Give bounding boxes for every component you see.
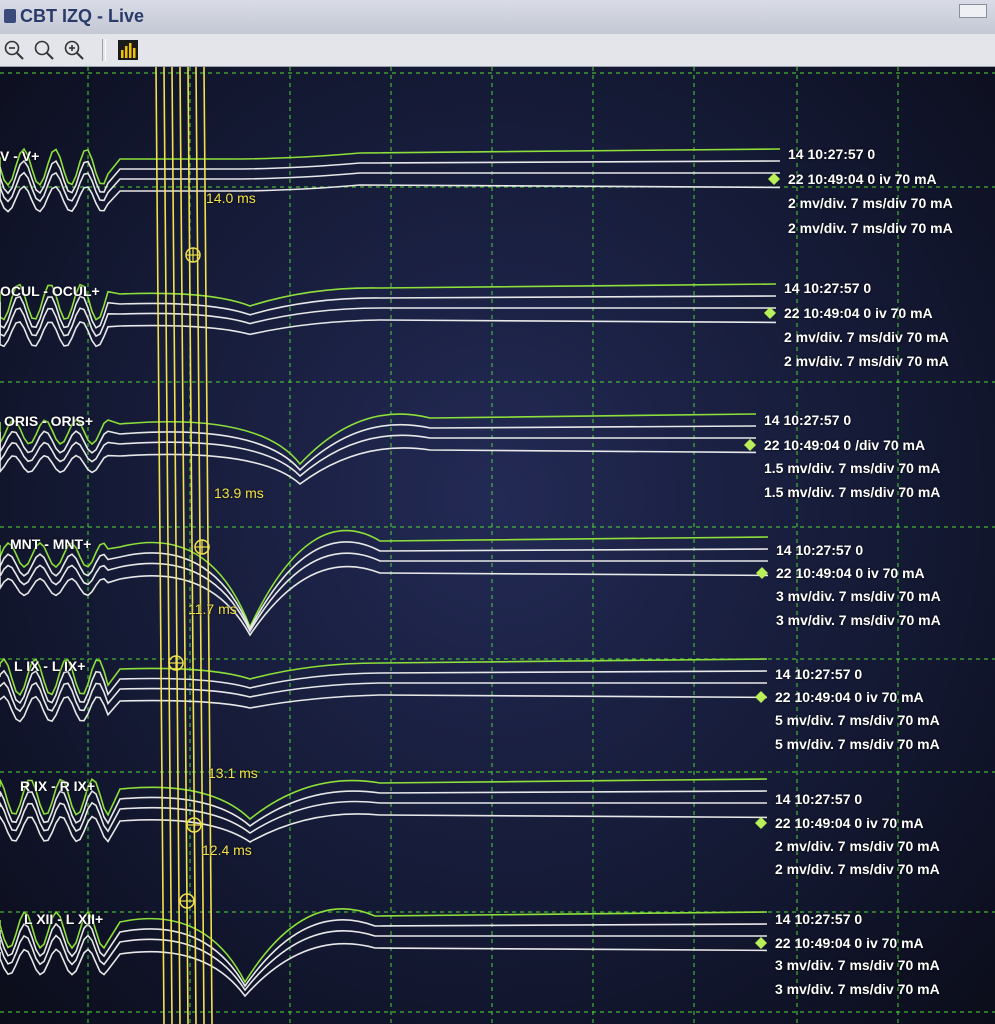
zoom-reset-icon <box>34 40 54 60</box>
latency-readout: 12.4 ms <box>202 842 252 858</box>
channel-info-line: 14 10:27:57 0 <box>775 791 863 807</box>
channel-info-line: 3 mv/div. 7 ms/div 70 mA <box>775 981 940 997</box>
channel-info-line: 2 mv/div. 7 ms/div 70 mA <box>784 353 949 369</box>
trace-white <box>0 319 777 348</box>
channel-info-line: 14 10:27:57 0 <box>776 542 864 558</box>
channel-info-line: 2 mv/div. 7 ms/div 70 mA <box>775 838 940 854</box>
latency-cursor-line <box>163 67 173 1024</box>
latency-cursor-line <box>203 67 213 1024</box>
trace-white <box>0 159 781 195</box>
window-title: CBT IZQ - Live <box>20 6 145 26</box>
trace-white <box>0 447 757 486</box>
traces <box>0 147 781 998</box>
channel-info-line: 5 mv/div. 7 ms/div 70 mA <box>775 712 940 728</box>
channel-info-line: 3 mv/div. 7 ms/div 70 mA <box>776 588 941 604</box>
zoom-reset-button[interactable] <box>32 38 56 62</box>
channel-info-line: 3 mv/div. 7 ms/div 70 mA <box>776 612 941 628</box>
channel-info-line: 14 10:27:57 0 <box>775 911 863 927</box>
trace-white <box>0 423 757 472</box>
latency-readout: 11.7 ms <box>188 601 237 617</box>
channel-label: OCUL - OCUL+ <box>0 283 100 299</box>
zoom-out-icon <box>4 40 24 60</box>
channel-info-line: 2 mv/div. 7 ms/div 70 mA <box>775 861 940 877</box>
trace-white <box>0 565 769 637</box>
trace-white <box>0 541 769 631</box>
channel-info-line: 22 10:49:04 0 iv 70 mA <box>775 689 924 705</box>
title-bar: CBT IZQ - Live <box>0 0 995 35</box>
trace-white <box>0 789 768 828</box>
trace-green <box>0 777 768 821</box>
trace-white <box>0 552 768 633</box>
latency-readout: 13.1 ms <box>208 765 258 781</box>
series-diamond-marker <box>755 691 767 703</box>
channel-label: MNT - MNT+ <box>10 536 92 552</box>
bar-chart-button[interactable] <box>116 38 140 62</box>
channel-label: ORIS - ORIS+ <box>4 413 94 429</box>
channel-info-line: 2 mv/div. 7 ms/div 70 mA <box>788 220 953 236</box>
series-diamond-marker <box>744 439 756 451</box>
channel-info-line: 5 mv/div. 7 ms/div 70 mA <box>775 736 940 752</box>
latency-readout: 13.9 ms <box>214 485 264 501</box>
channel-info-line: 22 10:49:04 0 iv 70 mA <box>788 171 937 187</box>
zoom-in-icon <box>64 40 84 60</box>
channel-info-line: 14 10:27:57 0 <box>764 412 852 428</box>
latency-cursor-line <box>195 67 205 1024</box>
trace-green <box>0 908 768 984</box>
channel-label: L IX - L IX+ <box>14 658 86 674</box>
latency-cursor-line <box>179 67 189 1024</box>
latency-cursor-line <box>155 67 165 1024</box>
minimize-button[interactable] <box>959 4 987 18</box>
trace-green <box>0 657 768 697</box>
series-diamond-marker <box>756 567 768 579</box>
trace-white <box>0 184 781 213</box>
channel-label: V - V+ <box>0 148 40 164</box>
channel-info-line: 22 10:49:04 0 iv 70 mA <box>784 305 933 321</box>
channel-info-line: 3 mv/div. 7 ms/div 70 mA <box>775 957 940 973</box>
waveform-plot[interactable]: V - V+ 14 10:27:57 0 22 10:49:04 0 iv 70 m… <box>0 67 995 1024</box>
trace-white <box>0 295 777 329</box>
channel-info-line: 14 10:27:57 0 <box>784 280 872 296</box>
channel-label: L XII - L XII+ <box>24 911 104 927</box>
bar-chart-icon <box>118 40 138 60</box>
channel-info-line: 22 10:49:04 0 iv 70 mA <box>775 815 924 831</box>
trace-green <box>0 147 781 187</box>
series-diamond-marker <box>755 937 767 949</box>
zoom-out-button[interactable] <box>2 38 26 62</box>
channel-info-line: 22 10:49:04 0 /div 70 mA <box>764 437 926 453</box>
channel-label: R IX - R IX+ <box>20 778 96 794</box>
channel-info-line: 2 mv/div. 7 ms/div 70 mA <box>788 195 953 211</box>
latency-cursors[interactable] <box>155 67 213 1024</box>
trace-white <box>0 942 768 998</box>
zoom-in-button[interactable] <box>62 38 86 62</box>
channel-info-line: 1.5 mv/div. 7 ms/div 70 mA <box>764 460 941 476</box>
trace-white <box>0 694 768 723</box>
channel-info-line: 1.5 mv/div. 7 ms/div 70 mA <box>764 484 941 500</box>
channel-info-line: 2 mv/div. 7 ms/div 70 mA <box>784 329 949 345</box>
app-icon <box>4 9 16 23</box>
series-diamond-marker <box>768 173 780 185</box>
channel-info-line: 22 10:49:04 0 iv 70 mA <box>775 935 924 951</box>
series-diamond-marker <box>755 817 767 829</box>
toolbar <box>0 34 995 67</box>
channel-info-line: 14 10:27:57 0 <box>788 146 876 162</box>
channel-info-line: 14 10:27:57 0 <box>775 666 863 682</box>
latency-readout: 14.0 ms <box>206 190 256 206</box>
toolbar-separator <box>102 39 106 61</box>
channel-info-line: 22 10:49:04 0 iv 70 mA <box>776 565 925 581</box>
trace-green <box>0 529 769 630</box>
